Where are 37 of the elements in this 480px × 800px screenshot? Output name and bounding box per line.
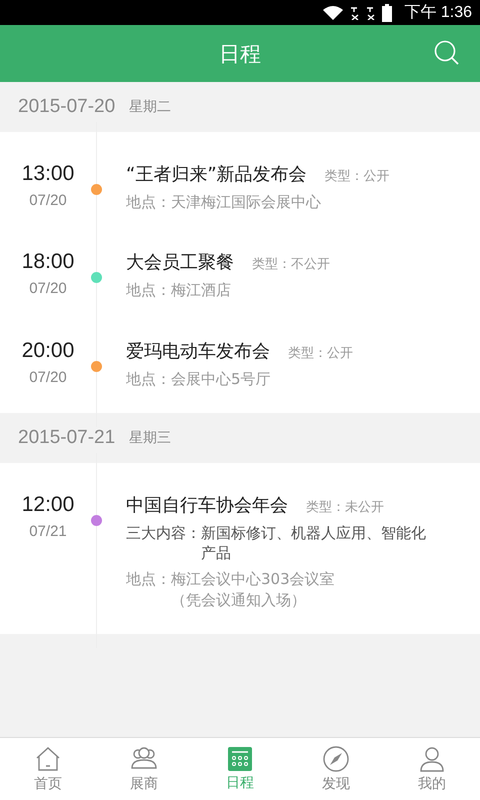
event-content: 三大内容：新国标修订、机器人应用、智能化 产品 [126, 522, 426, 564]
search-icon[interactable] [434, 40, 460, 66]
event-location: 地点：梅江酒店 [126, 280, 232, 300]
compass-icon [323, 746, 349, 772]
event-title[interactable]: 中国自行车协会年会 [126, 492, 288, 517]
day-weekday: 星期三 [129, 428, 172, 447]
event-type: 类型：公开 [288, 344, 353, 362]
event-time: 12:00 [22, 492, 74, 517]
event-title[interactable]: 大会员工聚餐 [126, 250, 234, 274]
event-time: 20:00 [22, 338, 74, 362]
event-date: 07/20 [29, 192, 67, 209]
event-title[interactable]: “王者归来”新品发布会 [126, 162, 307, 186]
event-time: 18:00 [22, 250, 74, 274]
event-time: 13:00 [22, 162, 74, 186]
calendar-icon [228, 746, 252, 770]
event-date: 07/20 [29, 280, 67, 298]
day-date: 2015-07-20 [18, 96, 116, 118]
event-type: 类型：公开 [324, 168, 390, 185]
day-date: 2015-07-21 [18, 426, 116, 449]
event-date: 07/21 [29, 522, 67, 540]
event-location: 地点：会展中心5号厅 [126, 368, 272, 389]
person-icon [419, 746, 445, 772]
event-date: 07/20 [29, 368, 67, 386]
battery-icon [382, 4, 392, 22]
group-icon [130, 746, 158, 772]
event-title[interactable]: 爱玛电动车发布会 [126, 338, 270, 362]
status-time: 下午 1:36 [404, 3, 472, 23]
event-type: 类型：不公开 [252, 256, 330, 274]
wifi-icon [322, 4, 344, 20]
event-location: 地点：梅江会议中心303会议室 （凭会议通知入场） [126, 569, 336, 610]
event-type: 类型：未公开 [306, 498, 384, 516]
house-icon [35, 746, 61, 772]
page-title: 日程 [219, 40, 261, 68]
event-location: 地点：天津梅江国际会展中心 [126, 192, 322, 212]
sim-off-icon [366, 6, 376, 20]
day-weekday: 星期二 [129, 98, 172, 116]
sim-off-icon [350, 6, 360, 20]
